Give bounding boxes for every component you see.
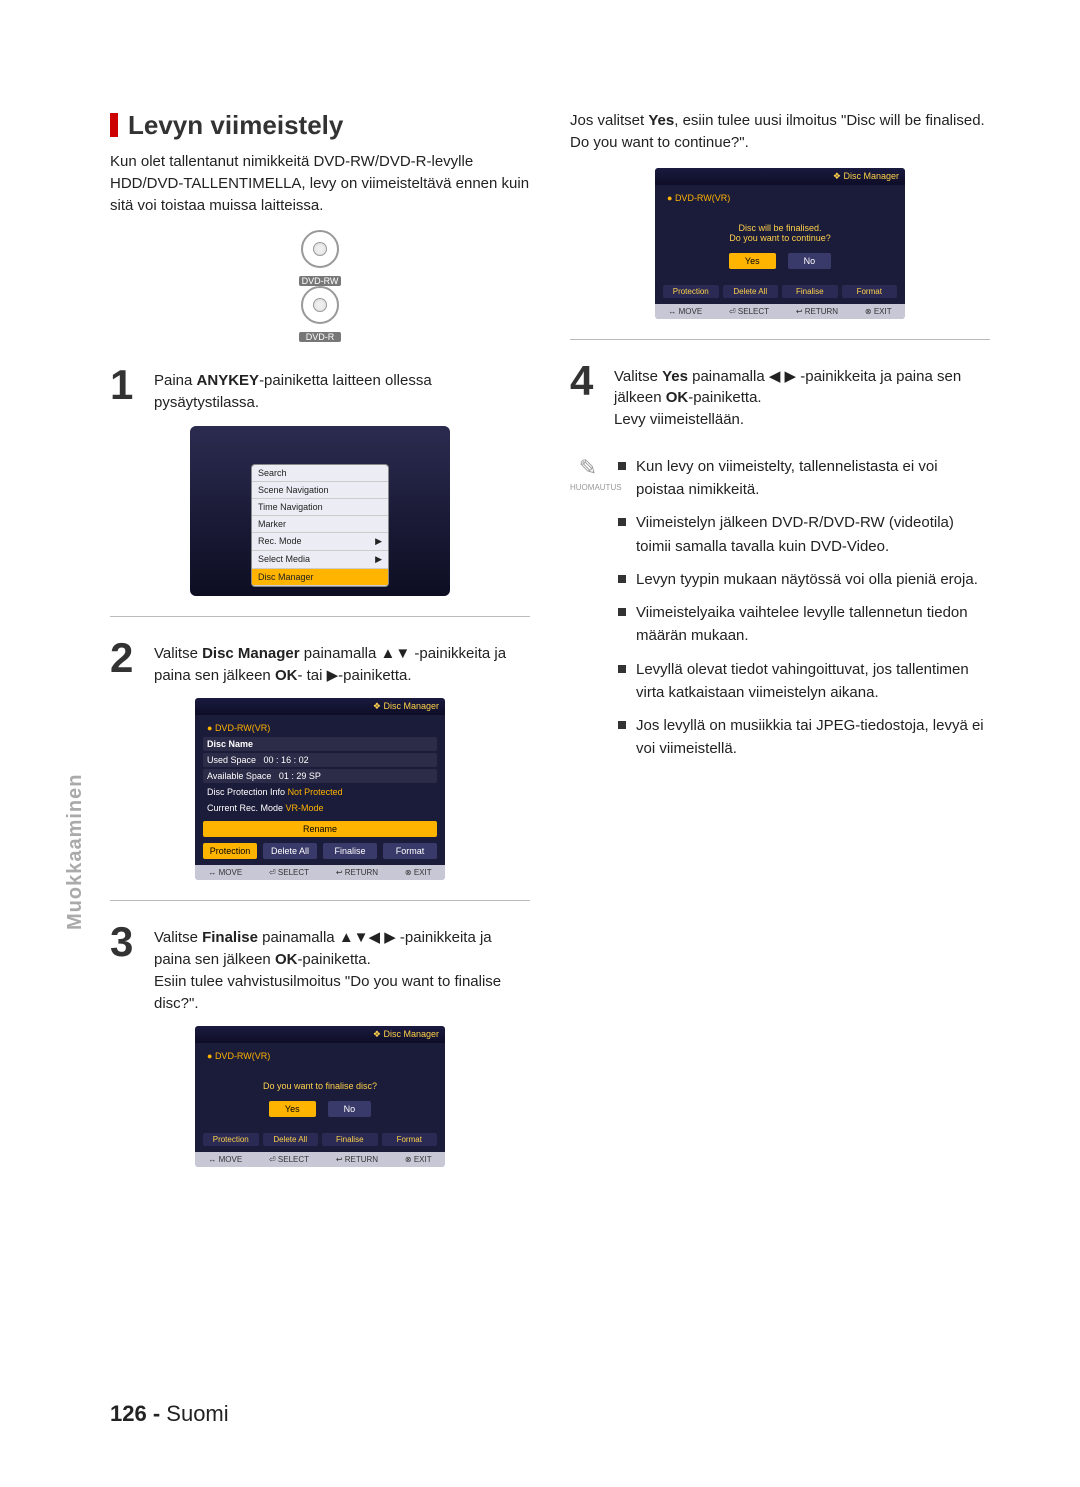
sb-btn: Finalise [323, 843, 377, 859]
step-text: Valitse Disc Manager painamalla ▲▼ -pain… [154, 637, 530, 687]
no-button: No [788, 253, 832, 269]
disc-manager-screenshot: ❖ Disc Manager ● DVD-RW(VR) Disc Name Us… [195, 698, 445, 880]
right-column: Jos valitset Yes, esiin tulee uusi ilmoi… [570, 110, 990, 1187]
bullet-icon [618, 721, 626, 729]
sb-dialog: Do you want to finalise disc? Yes No [203, 1065, 437, 1127]
intro-paragraph: Kun olet tallentanut nimikkeitä DVD-RW/D… [110, 151, 530, 216]
anykey-menu-list: Search Scene Navigation Time Navigation … [251, 464, 389, 587]
sb-footer: ↔ MOVE ⏎ SELECT ↩ RETURN ⊗ EXIT [195, 1152, 445, 1167]
sb-dialog: Disc will be finalised. Do you want to c… [663, 207, 897, 279]
sb-tabs: Protection Delete All Finalise Format [663, 285, 897, 298]
menu-item: Marker [252, 516, 388, 533]
section-title-text: Levyn viimeistely [128, 110, 343, 140]
menu-item: Scene Navigation [252, 482, 388, 499]
dvd-rw-icon: DVD-RW [110, 255, 530, 286]
note-item: Kun levy on viimeistelty, tallennelistas… [618, 455, 990, 502]
step-text: Valitse Finalise painamalla ▲▼◀ ▶ -paini… [154, 921, 530, 1014]
sb-btn: Format [383, 843, 437, 859]
note-item: Viimeistelyn jälkeen DVD-R/DVD-RW (video… [618, 511, 990, 558]
sb-footer: ↔ MOVE ⏎ SELECT ↩ RETURN ⊗ EXIT [655, 304, 905, 319]
divider [110, 616, 530, 617]
right-intro: Jos valitset Yes, esiin tulee uusi ilmoi… [570, 110, 990, 154]
step-4: 4 Valitse Yes painamalla ◀ ▶ -painikkeit… [570, 360, 990, 431]
content-columns: Levyn viimeistely Kun olet tallentanut n… [110, 110, 990, 1187]
sb-media: ● DVD-RW(VR) [663, 191, 897, 205]
divider [110, 900, 530, 901]
step-text: Paina ANYKEY-painiketta laitteen ollessa… [154, 364, 530, 414]
sb-media: ● DVD-RW(VR) [203, 1049, 437, 1063]
no-button: No [328, 1101, 372, 1117]
divider [570, 339, 990, 340]
sb-btn: Delete All [263, 843, 317, 859]
bullet-icon [618, 665, 626, 673]
step-2: 2 Valitse Disc Manager painamalla ▲▼ -pa… [110, 637, 530, 687]
sb-info-row: Disc Name [203, 737, 437, 751]
anykey-menu-screenshot: Search Scene Navigation Time Navigation … [190, 426, 450, 596]
page-footer: 126 - Suomi [110, 1401, 229, 1427]
yes-button: Yes [269, 1101, 316, 1117]
sb-buttons: Rename [203, 821, 437, 837]
step-number: 3 [110, 921, 140, 963]
step-text: Valitse Yes painamalla ◀ ▶ -painikkeita … [614, 360, 990, 431]
sb-btn: Protection [203, 843, 257, 859]
step-number: 1 [110, 364, 140, 406]
note-item: Jos levyllä on musiikkia tai JPEG-tiedos… [618, 714, 990, 761]
note-item: Levyn tyypin mukaan näytössä voi olla pi… [618, 568, 990, 591]
note-item: Viimeistelyaika vaihtelee levylle tallen… [618, 601, 990, 648]
bullet-icon [618, 575, 626, 583]
red-marker-icon [110, 113, 118, 137]
sb-info-row: Available Space 01 : 29 SP [203, 769, 437, 783]
menu-item: Select Media▶ [252, 551, 388, 569]
sb-title: ❖ Disc Manager [195, 1026, 445, 1043]
step-number: 2 [110, 637, 140, 679]
disc-icon [301, 230, 339, 268]
disc-icon [301, 286, 339, 324]
bullet-icon [618, 608, 626, 616]
sb-info-row: Used Space 00 : 16 : 02 [203, 753, 437, 767]
note-icon: ✎HUOMAUTUS [570, 455, 606, 492]
menu-item: Search [252, 465, 388, 482]
sb-title: ❖ Disc Manager [195, 698, 445, 715]
section-title: Levyn viimeistely [110, 110, 530, 141]
page-number: 126 - [110, 1401, 160, 1426]
note-list: Kun levy on viimeistelty, tallennelistas… [618, 455, 990, 771]
yes-button: Yes [729, 253, 776, 269]
sb-tabs: Protection Delete All Finalise Format [203, 1133, 437, 1146]
dvd-r-icon: DVD-R [110, 311, 530, 342]
menu-item: Time Navigation [252, 499, 388, 516]
step-number: 4 [570, 360, 600, 402]
sb-info-row: Current Rec. Mode VR-Mode [203, 801, 437, 815]
bullet-icon [618, 462, 626, 470]
step-1: 1 Paina ANYKEY-painiketta laitteen olles… [110, 364, 530, 414]
sb-media: ● DVD-RW(VR) [203, 721, 437, 735]
note-block: ✎HUOMAUTUS Kun levy on viimeistelty, tal… [570, 455, 990, 771]
bullet-icon [618, 518, 626, 526]
disc-type-icons: DVD-RW DVD-R [110, 230, 530, 342]
sb-footer: ↔ MOVE ⏎ SELECT ↩ RETURN ⊗ EXIT [195, 865, 445, 880]
left-column: Levyn viimeistely Kun olet tallentanut n… [110, 110, 530, 1187]
sb-title: ❖ Disc Manager [655, 168, 905, 185]
step-3: 3 Valitse Finalise painamalla ▲▼◀ ▶ -pai… [110, 921, 530, 1014]
page-language: Suomi [166, 1401, 228, 1426]
note-item: Levyllä olevat tiedot vahingoittuvat, jo… [618, 658, 990, 705]
sb-btn: Rename [203, 821, 437, 837]
sb-info-row: Disc Protection Info Not Protected [203, 785, 437, 799]
menu-item: Rec. Mode▶ [252, 533, 388, 551]
sidebar-section-label: Muokkaaminen [64, 774, 87, 930]
continue-dialog-screenshot: ❖ Disc Manager ● DVD-RW(VR) Disc will be… [655, 168, 905, 319]
finalise-dialog-screenshot: ❖ Disc Manager ● DVD-RW(VR) Do you want … [195, 1026, 445, 1167]
menu-item-selected: Disc Manager [252, 569, 388, 586]
